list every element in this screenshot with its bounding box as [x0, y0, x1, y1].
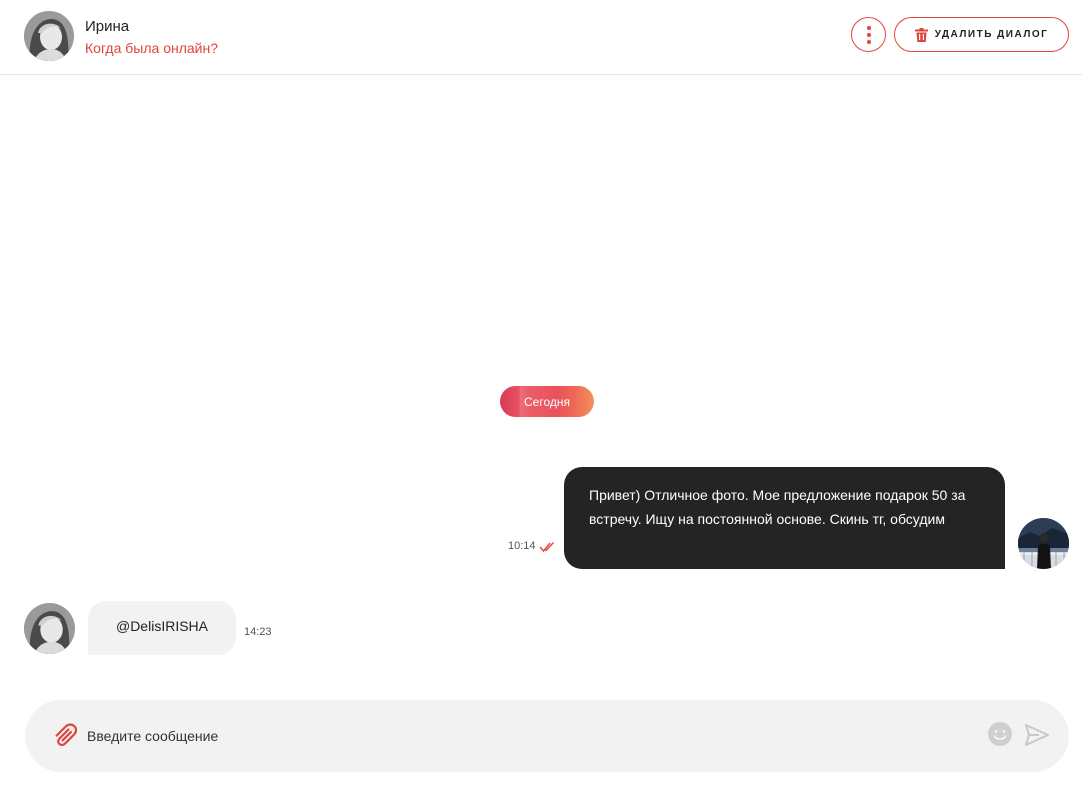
double-check-icon — [539, 542, 555, 553]
contact-last-seen[interactable]: Когда была онлайн? — [85, 40, 218, 56]
emoji-icon[interactable] — [987, 721, 1013, 747]
my-avatar[interactable] — [1018, 518, 1069, 569]
contact-message-avatar[interactable] — [24, 603, 75, 654]
message-input[interactable] — [87, 722, 967, 750]
delete-dialog-button[interactable]: УДАЛИТЬ ДИАЛОГ — [894, 17, 1069, 52]
contact-avatar-image — [24, 11, 74, 61]
trash-icon — [914, 27, 928, 42]
outgoing-message-bubble[interactable]: Привет) Отличное фото. Мое предложение п… — [564, 467, 1005, 569]
my-avatar-image — [1018, 518, 1069, 569]
chat-window: Ирина Когда была онлайн? УДАЛИТЬ ДИАЛОГ … — [0, 0, 1082, 791]
more-vertical-icon — [866, 25, 871, 44]
send-icon[interactable] — [1025, 723, 1049, 747]
contact-name: Ирина — [85, 18, 130, 35]
more-options-button[interactable] — [851, 17, 886, 52]
contact-avatar[interactable] — [24, 11, 74, 61]
message-composer — [25, 700, 1069, 772]
delete-dialog-label: УДАЛИТЬ ДИАЛОГ — [934, 29, 1049, 40]
contact-message-avatar-image — [24, 603, 75, 654]
date-separator: Сегодня — [500, 386, 594, 417]
message-time: 14:23 — [244, 626, 272, 638]
incoming-message-bubble[interactable]: @DelisIRISHA — [88, 601, 236, 655]
chat-header: Ирина Когда была онлайн? УДАЛИТЬ ДИАЛОГ — [0, 0, 1082, 75]
paperclip-icon[interactable] — [51, 722, 79, 750]
message-time: 10:14 — [508, 540, 536, 552]
